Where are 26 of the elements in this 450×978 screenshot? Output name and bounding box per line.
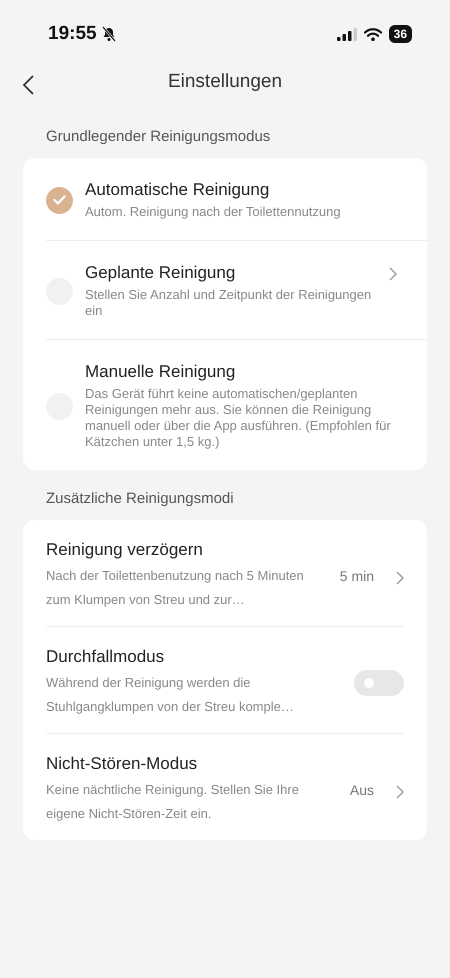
option-description: Autom. Reinigung nach der Toilettennutzung bbox=[85, 204, 342, 220]
setting-description: Während der Reinigung werden die Stuhlgangklumpen von der Streu komple… bbox=[46, 674, 295, 716]
section-title: Zusätzliche Reinigungsmodi bbox=[46, 490, 235, 507]
wifi-icon bbox=[364, 28, 382, 40]
setting-description: Keine nächtliche Reinigung. Stellen Sie Ihre eigene Nicht-Stören-Zeit ein. bbox=[46, 781, 300, 823]
option-title: Geplante Reinigung bbox=[85, 263, 236, 283]
option-description: Das Gerät führt keine automatischen/geplanten Reinigungen mehr aus. Sie können die Reinigung manuell oder über die App ausführen. (Empfohlen für Kätzchen unter 1,5 kg.) bbox=[85, 386, 392, 450]
option-title: Manuelle Reinigung bbox=[85, 362, 236, 382]
radio-button[interactable] bbox=[46, 186, 73, 214]
battery-level: 36 bbox=[388, 25, 412, 43]
clock-time: 19:55 bbox=[48, 23, 97, 45]
check-icon bbox=[53, 195, 66, 205]
setting-title: Durchfallmodus bbox=[46, 647, 166, 667]
chevron-right-icon bbox=[396, 571, 404, 585]
page-title: Einstellungen bbox=[168, 71, 282, 93]
signal-icon bbox=[336, 28, 357, 40]
setting-title: Reinigung verzögern bbox=[46, 540, 204, 560]
toggle-switch[interactable] bbox=[354, 670, 404, 696]
setting-description: Nach der Toilettenbenutzung nach 5 Minuten zum Klumpen von Streu und zur… bbox=[46, 567, 305, 609]
setting-value: Aus bbox=[350, 782, 374, 798]
section-title: Grundlegender Reinigungsmodus bbox=[46, 128, 272, 145]
option-title: Automatische Reinigung bbox=[85, 180, 270, 200]
setting-title: Nicht-Stören-Modus bbox=[46, 754, 198, 774]
chevron-right-icon bbox=[396, 785, 404, 799]
option-description: Stellen Sie Anzahl und Zeitpunkt der Reinigungen ein bbox=[85, 287, 372, 319]
setting-value: 5 min bbox=[340, 568, 374, 584]
